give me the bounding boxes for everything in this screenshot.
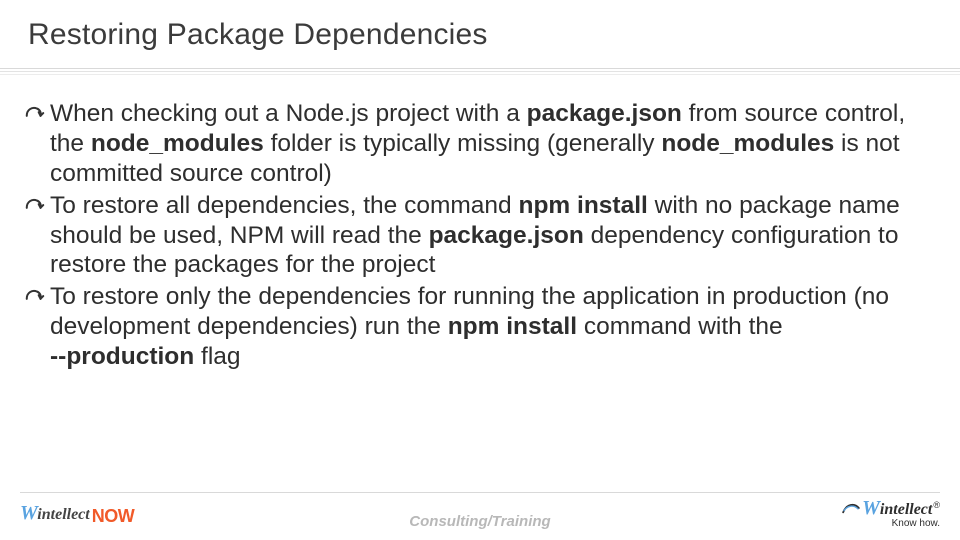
curly-arrow-icon bbox=[24, 99, 50, 129]
bullet-item: To restore only the dependencies for run… bbox=[24, 282, 940, 372]
wintellect-now-logo: Wintellect NOW bbox=[20, 502, 134, 525]
slide-footer: Wintellect NOW Consulting/Training Winte… bbox=[0, 492, 960, 540]
footer-tagline: Consulting/Training bbox=[409, 513, 550, 530]
bullet-text: When checking out a Node.js project with… bbox=[50, 99, 940, 189]
bullet-text: To restore all dependencies, the command… bbox=[50, 191, 940, 281]
curly-arrow-icon bbox=[24, 191, 50, 221]
swoosh-icon bbox=[842, 501, 860, 515]
wintellect-logo: Wintellect® Know how. bbox=[842, 498, 940, 529]
slide-body: When checking out a Node.js project with… bbox=[0, 75, 960, 372]
title-divider bbox=[0, 68, 960, 75]
curly-arrow-icon bbox=[24, 282, 50, 312]
bullet-text: To restore only the dependencies for run… bbox=[50, 282, 940, 372]
bullet-item: When checking out a Node.js project with… bbox=[24, 99, 940, 189]
bullet-item: To restore all dependencies, the command… bbox=[24, 191, 940, 281]
footer-divider bbox=[20, 492, 940, 493]
slide-title: Restoring Package Dependencies bbox=[28, 18, 932, 52]
